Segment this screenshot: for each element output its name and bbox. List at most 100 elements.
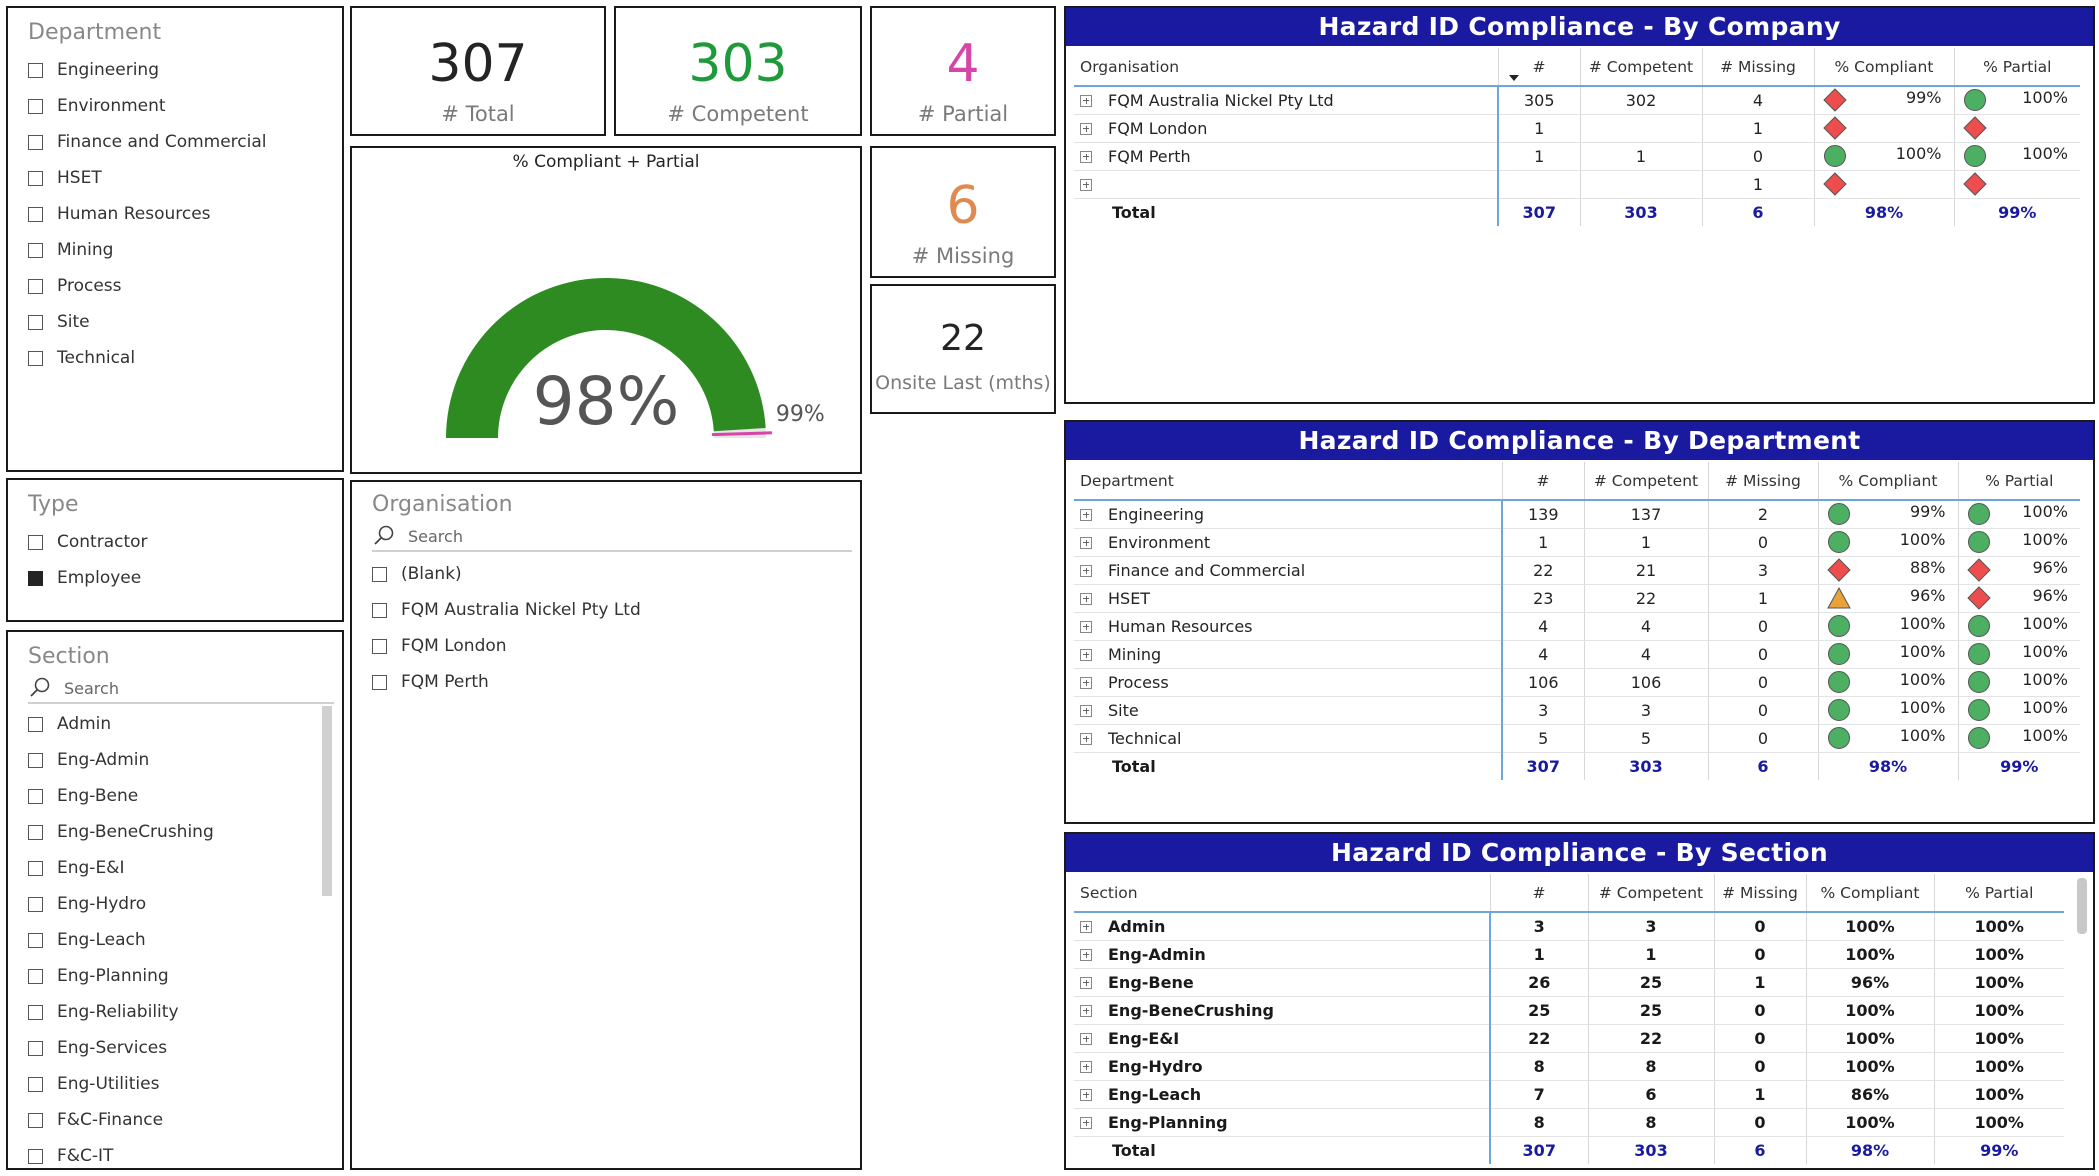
section-item[interactable]: Eng-Services bbox=[28, 1030, 312, 1066]
expand-icon[interactable] bbox=[1080, 94, 1092, 107]
department-item[interactable]: Environment bbox=[28, 88, 326, 124]
table-row[interactable]: Admin 3 3 0 100% 100% bbox=[1074, 912, 2064, 941]
section-item[interactable]: Eng-Admin bbox=[28, 742, 312, 778]
col-department[interactable]: Department bbox=[1074, 462, 1502, 501]
section-item[interactable]: Eng-Utilities bbox=[28, 1066, 312, 1102]
table-row[interactable]: Human Resources 4 4 0 100% 100% bbox=[1074, 612, 2080, 641]
section-item[interactable]: Eng-Hydro bbox=[28, 886, 312, 922]
col-partial[interactable]: % Partial bbox=[1957, 462, 2080, 501]
organisation-item[interactable]: FQM London bbox=[372, 628, 844, 664]
section-item[interactable]: Eng-E&I bbox=[28, 850, 312, 886]
organisation-item[interactable]: FQM Australia Nickel Pty Ltd bbox=[372, 592, 844, 628]
col-count[interactable]: # bbox=[1497, 48, 1580, 87]
section-item-checkbox[interactable] bbox=[28, 968, 43, 984]
section-table-scrollbar[interactable] bbox=[2077, 878, 2087, 934]
expand-icon[interactable] bbox=[1080, 536, 1092, 549]
section-item-checkbox[interactable] bbox=[28, 788, 43, 804]
section-item[interactable]: F&C-IT bbox=[28, 1138, 312, 1168]
department-item[interactable]: Site bbox=[28, 304, 326, 340]
table-row[interactable]: Eng-BeneCrushing 25 25 0 100% 100% bbox=[1074, 996, 2064, 1025]
expand-icon[interactable] bbox=[1080, 178, 1092, 191]
type-item-checkbox[interactable] bbox=[28, 534, 43, 550]
expand-icon[interactable] bbox=[1080, 150, 1092, 163]
section-item[interactable]: Eng-Leach bbox=[28, 922, 312, 958]
department-item-checkbox[interactable] bbox=[28, 350, 43, 366]
table-row[interactable]: Eng-Leach 7 6 1 86% 100% bbox=[1074, 1080, 2064, 1109]
table-row[interactable]: Finance and Commercial 22 21 3 88% 96% bbox=[1074, 556, 2080, 585]
department-item[interactable]: Human Resources bbox=[28, 196, 326, 232]
table-row[interactable]: Eng-Hydro 8 8 0 100% 100% bbox=[1074, 1052, 2064, 1081]
organisation-item[interactable]: FQM Perth bbox=[372, 664, 844, 700]
section-item[interactable]: Eng-Bene bbox=[28, 778, 312, 814]
department-item[interactable]: Technical bbox=[28, 340, 326, 376]
organisation-item-checkbox[interactable] bbox=[372, 602, 387, 618]
expand-icon[interactable] bbox=[1080, 122, 1092, 135]
col-organisation[interactable]: Organisation bbox=[1074, 48, 1498, 87]
department-item-checkbox[interactable] bbox=[28, 278, 43, 294]
col-count[interactable]: # bbox=[1501, 462, 1584, 501]
section-item-checkbox[interactable] bbox=[28, 1148, 43, 1164]
expand-icon[interactable] bbox=[1080, 1032, 1092, 1045]
col-count[interactable]: # bbox=[1489, 874, 1588, 913]
expand-icon[interactable] bbox=[1080, 1004, 1092, 1017]
expand-icon[interactable] bbox=[1080, 676, 1092, 689]
col-missing[interactable]: # Missing bbox=[1713, 874, 1806, 913]
section-item-checkbox[interactable] bbox=[28, 752, 43, 768]
expand-icon[interactable] bbox=[1080, 508, 1092, 521]
table-row[interactable]: 1 bbox=[1074, 170, 2080, 199]
expand-icon[interactable] bbox=[1080, 976, 1092, 989]
section-item-checkbox[interactable] bbox=[28, 1112, 43, 1128]
col-partial[interactable]: % Partial bbox=[1953, 48, 2080, 87]
col-competent[interactable]: # Competent bbox=[1583, 462, 1708, 501]
section-scrollbar[interactable] bbox=[322, 706, 332, 896]
table-row[interactable]: Eng-Bene 26 25 1 96% 100% bbox=[1074, 968, 2064, 997]
section-item-checkbox[interactable] bbox=[28, 1004, 43, 1020]
section-item-checkbox[interactable] bbox=[28, 1040, 43, 1056]
section-item-checkbox[interactable] bbox=[28, 1076, 43, 1092]
table-row[interactable]: HSET 23 22 1 96% 96% bbox=[1074, 584, 2080, 613]
department-item-checkbox[interactable] bbox=[28, 242, 43, 258]
department-item-checkbox[interactable] bbox=[28, 170, 43, 186]
expand-icon[interactable] bbox=[1080, 564, 1092, 577]
type-item[interactable]: Contractor bbox=[28, 524, 326, 560]
col-missing[interactable]: # Missing bbox=[1707, 462, 1818, 501]
section-item-checkbox[interactable] bbox=[28, 860, 43, 876]
section-item-checkbox[interactable] bbox=[28, 896, 43, 912]
department-item-checkbox[interactable] bbox=[28, 314, 43, 330]
expand-icon[interactable] bbox=[1080, 620, 1092, 633]
section-item-checkbox[interactable] bbox=[28, 716, 43, 732]
col-compliant[interactable]: % Compliant bbox=[1813, 48, 1954, 87]
expand-icon[interactable] bbox=[1080, 648, 1092, 661]
type-item[interactable]: Employee bbox=[28, 560, 326, 596]
expand-icon[interactable] bbox=[1080, 1060, 1092, 1073]
table-row[interactable]: Site 3 3 0 100% 100% bbox=[1074, 696, 2080, 725]
section-item[interactable]: Admin bbox=[28, 706, 312, 742]
col-section[interactable]: Section bbox=[1074, 874, 1490, 913]
organisation-item-checkbox[interactable] bbox=[372, 674, 387, 690]
organisation-item-checkbox[interactable] bbox=[372, 638, 387, 654]
expand-icon[interactable] bbox=[1080, 732, 1092, 745]
organisation-search[interactable]: Search bbox=[372, 522, 852, 552]
col-competent[interactable]: # Competent bbox=[1579, 48, 1702, 87]
expand-icon[interactable] bbox=[1080, 592, 1092, 605]
table-row[interactable]: Process 106 106 0 100% 100% bbox=[1074, 668, 2080, 697]
table-row[interactable]: FQM Perth 1 1 0 100% 100% bbox=[1074, 142, 2080, 171]
department-item[interactable]: Process bbox=[28, 268, 326, 304]
table-row[interactable]: Environment 1 1 0 100% 100% bbox=[1074, 528, 2080, 557]
table-row[interactable]: Eng-E&I 22 22 0 100% 100% bbox=[1074, 1024, 2064, 1053]
department-item-checkbox[interactable] bbox=[28, 62, 43, 78]
table-row[interactable]: Mining 4 4 0 100% 100% bbox=[1074, 640, 2080, 669]
table-row[interactable]: FQM Australia Nickel Pty Ltd 305 302 4 99% 10… bbox=[1074, 86, 2080, 115]
expand-icon[interactable] bbox=[1080, 920, 1092, 933]
table-row[interactable]: Technical 5 5 0 100% 100% bbox=[1074, 724, 2080, 753]
department-item[interactable]: Finance and Commercial bbox=[28, 124, 326, 160]
section-item-checkbox[interactable] bbox=[28, 932, 43, 948]
organisation-item-checkbox[interactable] bbox=[372, 566, 387, 582]
col-competent[interactable]: # Competent bbox=[1587, 874, 1714, 913]
department-item[interactable]: Mining bbox=[28, 232, 326, 268]
expand-icon[interactable] bbox=[1080, 948, 1092, 961]
section-item[interactable]: Eng-BeneCrushing bbox=[28, 814, 312, 850]
expand-icon[interactable] bbox=[1080, 1116, 1092, 1129]
department-item-checkbox[interactable] bbox=[28, 98, 43, 114]
section-item[interactable]: F&C-Finance bbox=[28, 1102, 312, 1138]
